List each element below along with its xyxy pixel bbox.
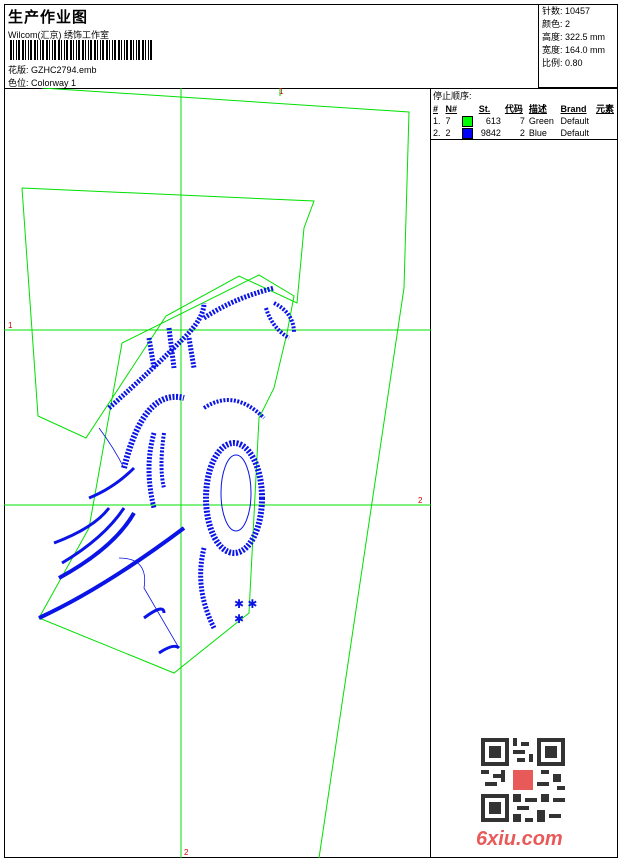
qr-code: [481, 738, 565, 822]
col-header: N#: [445, 103, 458, 114]
cell-st: 613: [485, 116, 501, 126]
stat-colors: 颜色: 2: [542, 19, 571, 29]
col-header: #: [433, 103, 439, 114]
col-header: [460, 102, 476, 115]
stitch-shape: [107, 302, 207, 410]
outline-layer: [4, 87, 431, 859]
star-motif: ✱ ✱: [234, 597, 257, 611]
stitch-shape: [58, 512, 136, 580]
color-swatch: [462, 127, 474, 139]
stat-stitches: 针数: 10457: [542, 6, 591, 16]
stitch-shape: [53, 507, 111, 545]
stitch-shape: [198, 547, 217, 630]
divider: [431, 139, 618, 140]
watermark-logo: 6xiu.com: [476, 828, 563, 850]
outline-path: [38, 274, 295, 674]
guide-label-left: 1: [8, 321, 13, 330]
guide-label-right: 2: [418, 496, 423, 505]
cell-swatch: [460, 115, 476, 127]
embroidery-preview: ✱ ✱ ✱ 1 1 2 2: [4, 87, 431, 859]
qr-center-stamp: [513, 770, 533, 790]
cell-idx: 2.: [433, 128, 441, 138]
stitch-shape: [143, 607, 181, 655]
stitch-layer: ✱ ✱ ✱: [38, 285, 296, 655]
stitch-shape: [146, 327, 197, 369]
cell-element: [594, 115, 618, 127]
outline-path: [41, 87, 410, 859]
barcode: [10, 40, 154, 60]
cell-element: [594, 127, 618, 139]
stop-sequence-panel: 停止顺序: # N# St. 代码 描述 Brand 元素 1. 7 613 7…: [431, 88, 618, 140]
stitch-shape: [121, 393, 185, 469]
stitch-shape: [159, 432, 166, 489]
stitch-shape: [146, 432, 157, 509]
stitch-shape: [202, 285, 275, 321]
header: 生产作业图 Wilcom(汇京) 绣饰工作室 花版: GZHC2794.emb …: [4, 4, 538, 89]
stitch-shape: [202, 398, 266, 420]
col-header: St.: [478, 103, 491, 114]
col-header: Brand: [560, 103, 587, 114]
guide-label-bottom: 2: [184, 848, 189, 857]
stitch-shape: [220, 454, 252, 532]
page-title: 生产作业图: [8, 9, 89, 26]
cell-code: 7: [519, 116, 525, 126]
cell-brand: Default: [560, 116, 590, 126]
cell-code: 2: [519, 128, 525, 138]
stitch-shape: [88, 466, 136, 500]
star-motif: ✱: [234, 612, 244, 626]
col-header: 元素: [595, 104, 614, 114]
stat-scale: 比例: 0.80: [542, 58, 583, 68]
cell-desc: Blue: [528, 128, 547, 138]
cell-st: 9842: [480, 128, 501, 138]
cell-brand: Default: [560, 128, 590, 138]
cell-desc: Green: [528, 116, 554, 126]
color-swatch: [462, 115, 474, 127]
cell-n: 7: [445, 116, 451, 126]
stitch-shape: [98, 427, 180, 649]
cell-swatch: [460, 127, 476, 139]
stats-box: 针数: 10457 颜色: 2 高度: 322.5 mm 宽度: 164.0 m…: [538, 4, 618, 88]
stat-width: 宽度: 164.0 mm: [542, 45, 606, 55]
col-header: 描述: [528, 104, 547, 114]
col-header: 代码: [504, 104, 523, 114]
table-row: 2. 2 9842 2 Blue Default: [431, 127, 618, 139]
design-file: 花版: GZHC2794.emb: [8, 65, 97, 75]
stitch-shape: [264, 301, 296, 340]
stop-sequence-caption: 停止顺序:: [433, 91, 472, 101]
cell-n: 2: [445, 128, 451, 138]
stat-height: 高度: 322.5 mm: [542, 32, 606, 42]
cell-idx: 1.: [433, 116, 441, 126]
stitch-shape: [203, 440, 265, 556]
guide-label-top: 1: [279, 88, 284, 96]
stop-sequence-table: # N# St. 代码 描述 Brand 元素 1. 7 613 7 Green…: [431, 102, 618, 139]
design-canvas: ✱ ✱ ✱ 1 1 2 2: [4, 87, 431, 859]
table-row: 1. 7 613 7 Green Default: [431, 115, 618, 127]
